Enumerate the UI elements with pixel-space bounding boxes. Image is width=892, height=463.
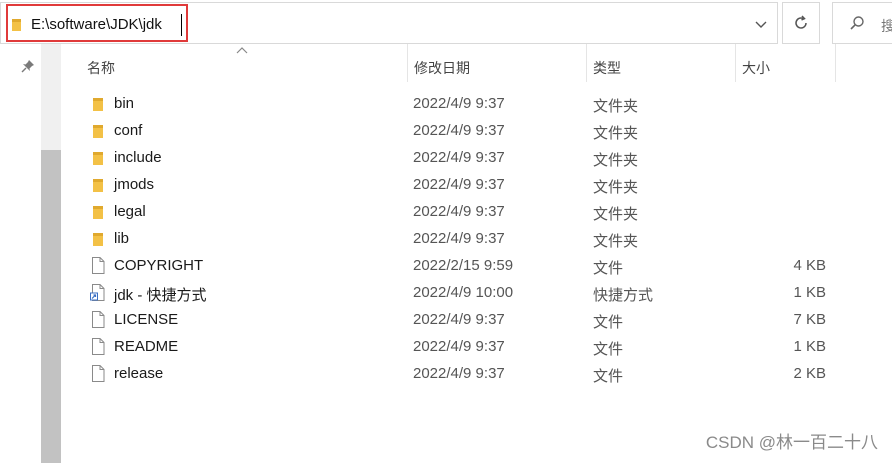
file-row[interactable]: lib 2022/4/9 9:37 文件夹 bbox=[62, 225, 892, 252]
file-icon bbox=[90, 338, 106, 355]
file-name: legal bbox=[114, 203, 146, 220]
file-name: lib bbox=[114, 230, 130, 247]
navigation-pane[interactable] bbox=[0, 44, 42, 463]
file-row[interactable]: conf 2022/4/9 9:37 文件夹 bbox=[62, 117, 892, 144]
file-row[interactable]: release 2022/4/9 9:37 文件 2 KB bbox=[62, 360, 892, 387]
column-header-type[interactable]: 类型 bbox=[587, 44, 735, 86]
folder-icon bbox=[90, 203, 106, 220]
file-size: 4 KB bbox=[793, 257, 826, 274]
file-date: 2022/4/9 9:37 bbox=[413, 95, 505, 112]
file-name: jmods bbox=[114, 176, 155, 193]
file-name: bin bbox=[114, 95, 135, 112]
column-header-date-label: 修改日期 bbox=[414, 60, 470, 76]
pin-icon[interactable] bbox=[20, 58, 36, 74]
file-row[interactable]: COPYRIGHT 2022/2/15 9:59 文件 4 KB bbox=[62, 252, 892, 279]
file-date: 2022/4/9 9:37 bbox=[413, 230, 505, 247]
file-date: 2022/2/15 9:59 bbox=[413, 257, 514, 274]
file-date: 2022/4/9 9:37 bbox=[413, 365, 505, 382]
file-type: 文件 bbox=[593, 260, 624, 277]
file-type: 文件夹 bbox=[593, 98, 639, 115]
address-highlight-box bbox=[6, 4, 188, 42]
refresh-icon bbox=[795, 15, 807, 29]
nav-scrollbar-thumb[interactable] bbox=[41, 150, 61, 463]
file-name: jdk - 快捷方式 bbox=[114, 287, 207, 304]
search-placeholder: 搜 bbox=[881, 18, 892, 34]
file-icon bbox=[90, 365, 106, 382]
file-size: 7 KB bbox=[793, 311, 826, 328]
file-date: 2022/4/9 9:37 bbox=[413, 311, 505, 328]
file-type: 文件 bbox=[593, 314, 624, 331]
refresh-button[interactable] bbox=[782, 2, 820, 44]
file-type: 文件夹 bbox=[593, 152, 639, 169]
file-date: 2022/4/9 9:37 bbox=[413, 338, 505, 355]
file-type: 文件 bbox=[593, 368, 624, 385]
file-type: 文件 bbox=[593, 341, 624, 358]
file-size: 1 KB bbox=[793, 284, 826, 301]
file-date: 2022/4/9 9:37 bbox=[413, 122, 505, 139]
file-row[interactable]: README 2022/4/9 9:37 文件 1 KB bbox=[62, 333, 892, 360]
file-type: 文件夹 bbox=[593, 206, 639, 223]
file-date: 2022/4/9 9:37 bbox=[413, 176, 505, 193]
file-type: 文件夹 bbox=[593, 233, 639, 250]
file-name: README bbox=[114, 338, 179, 355]
column-header-size-label: 大小 bbox=[742, 60, 770, 76]
file-icon bbox=[90, 311, 106, 328]
file-size: 1 KB bbox=[793, 338, 826, 355]
folder-icon bbox=[90, 95, 106, 112]
shortcut-icon bbox=[90, 284, 106, 301]
file-name: conf bbox=[114, 122, 143, 139]
file-row[interactable]: legal 2022/4/9 9:37 文件夹 bbox=[62, 198, 892, 225]
file-type: 文件夹 bbox=[593, 179, 639, 196]
column-divider[interactable] bbox=[835, 44, 836, 82]
file-type: 快捷方式 bbox=[593, 287, 654, 304]
watermark: CSDN @林一百二十八 bbox=[705, 433, 878, 452]
file-icon bbox=[90, 257, 106, 274]
folder-icon bbox=[90, 176, 106, 193]
file-row[interactable]: include 2022/4/9 9:37 文件夹 bbox=[62, 144, 892, 171]
column-header-name-label: 名称 bbox=[87, 60, 115, 76]
file-type: 文件夹 bbox=[593, 125, 639, 142]
file-row[interactable]: jmods 2022/4/9 9:37 文件夹 bbox=[62, 171, 892, 198]
file-date: 2022/4/9 9:37 bbox=[413, 203, 505, 220]
folder-icon bbox=[90, 122, 106, 139]
column-header-date[interactable]: 修改日期 bbox=[408, 44, 586, 86]
file-name: release bbox=[114, 365, 164, 382]
file-name: LICENSE bbox=[114, 311, 179, 328]
search-icon bbox=[850, 16, 864, 30]
file-row[interactable]: bin 2022/4/9 9:37 文件夹 bbox=[62, 90, 892, 117]
file-name: COPYRIGHT bbox=[114, 257, 204, 274]
search-input[interactable]: 搜 bbox=[832, 2, 892, 44]
file-row[interactable]: LICENSE 2022/4/9 9:37 文件 7 KB bbox=[62, 306, 892, 333]
file-date: 2022/4/9 10:00 bbox=[413, 284, 514, 301]
column-header-size[interactable]: 大小 bbox=[736, 44, 836, 86]
column-header-type-label: 类型 bbox=[593, 60, 621, 76]
file-date: 2022/4/9 9:37 bbox=[413, 149, 505, 166]
file-name: include bbox=[114, 149, 162, 166]
file-row[interactable]: jdk - 快捷方式 2022/4/9 10:00 快捷方式 1 KB bbox=[62, 279, 892, 306]
chevron-down-icon[interactable] bbox=[749, 13, 773, 37]
file-size: 2 KB bbox=[793, 365, 826, 382]
file-list: bin 2022/4/9 9:37 文件夹 conf 2022/4/9 9:37 文件夹 i… bbox=[62, 90, 892, 387]
folder-icon bbox=[90, 230, 106, 247]
column-header-name[interactable]: 名称 bbox=[62, 44, 408, 86]
folder-icon bbox=[90, 149, 106, 166]
